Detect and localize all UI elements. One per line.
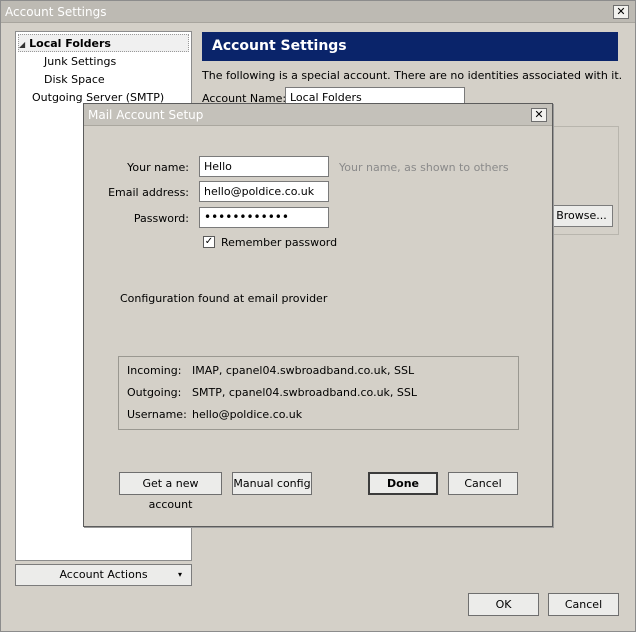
your-name-hint: Your name, as shown to others [339, 161, 509, 174]
account-settings-window: Account Settings ✕ ◢ Local Folders Junk S… [0, 0, 636, 632]
your-name-input[interactable]: Hello [199, 156, 329, 177]
outgoing-label: Outgoing: [127, 386, 182, 399]
dialog-title: Mail Account Setup [88, 108, 204, 122]
tree-item-local-folders[interactable]: ◢ Local Folders [18, 34, 189, 52]
outgoing-value: SMTP, cpanel04.swbroadband.co.uk, SSL [192, 386, 418, 399]
ok-button[interactable]: OK [468, 593, 539, 616]
username-value: hello@poldice.co.uk [192, 408, 303, 421]
done-button[interactable]: Done [368, 472, 438, 495]
incoming-label: Incoming: [127, 364, 182, 377]
window-title: Account Settings [5, 5, 107, 19]
tree-item-label: Local Folders [29, 37, 111, 50]
incoming-value: IMAP, cpanel04.swbroadband.co.uk, SSL [192, 364, 415, 377]
tree-item-label: Disk Space [44, 73, 105, 86]
password-input[interactable]: •••••••••••• [199, 207, 329, 228]
email-address-label: Email address: [108, 186, 189, 199]
manual-config-button[interactable]: Manual config [232, 472, 312, 495]
dialog-close-icon[interactable]: ✕ [531, 108, 547, 122]
dialog-cancel-button[interactable]: Cancel [448, 472, 518, 495]
dialog-titlebar: Mail Account Setup ✕ [84, 104, 552, 126]
dropdown-arrow-icon: ▾ [177, 570, 182, 579]
browse-button[interactable]: Browse... [550, 205, 613, 227]
expand-arrow-icon[interactable]: ◢ [19, 40, 25, 49]
get-new-account-button[interactable]: Get a new account [119, 472, 222, 511]
tree-item-label: Junk Settings [44, 55, 117, 68]
password-label: Password: [133, 212, 189, 225]
special-account-text: The following is a special account. Ther… [202, 69, 623, 82]
account-actions-label: Account Actions [59, 568, 148, 581]
tree-item-junk-settings[interactable]: Junk Settings [44, 53, 116, 70]
panel-banner: Account Settings [202, 32, 618, 61]
username-label: Username: [127, 408, 187, 421]
server-info-box: Incoming: IMAP, cpanel04.swbroadband.co.… [118, 356, 519, 430]
tree-item-disk-space[interactable]: Disk Space [44, 71, 105, 88]
window-titlebar: Account Settings ✕ [1, 1, 635, 23]
config-status-text: Configuration found at email provider [120, 292, 328, 305]
your-name-label: Your name: [127, 161, 189, 174]
window-close-icon[interactable]: ✕ [613, 5, 629, 19]
mail-account-setup-dialog: Mail Account Setup ✕ Your name: Hello Yo… [83, 103, 553, 527]
email-address-input[interactable]: hello@poldice.co.uk [199, 181, 329, 202]
remember-password-checkbox[interactable]: ✓ [203, 236, 215, 248]
account-actions-button[interactable]: Account Actions ▾ [15, 564, 192, 586]
remember-password-label[interactable]: Remember password [221, 236, 337, 249]
cancel-button[interactable]: Cancel [548, 593, 619, 616]
